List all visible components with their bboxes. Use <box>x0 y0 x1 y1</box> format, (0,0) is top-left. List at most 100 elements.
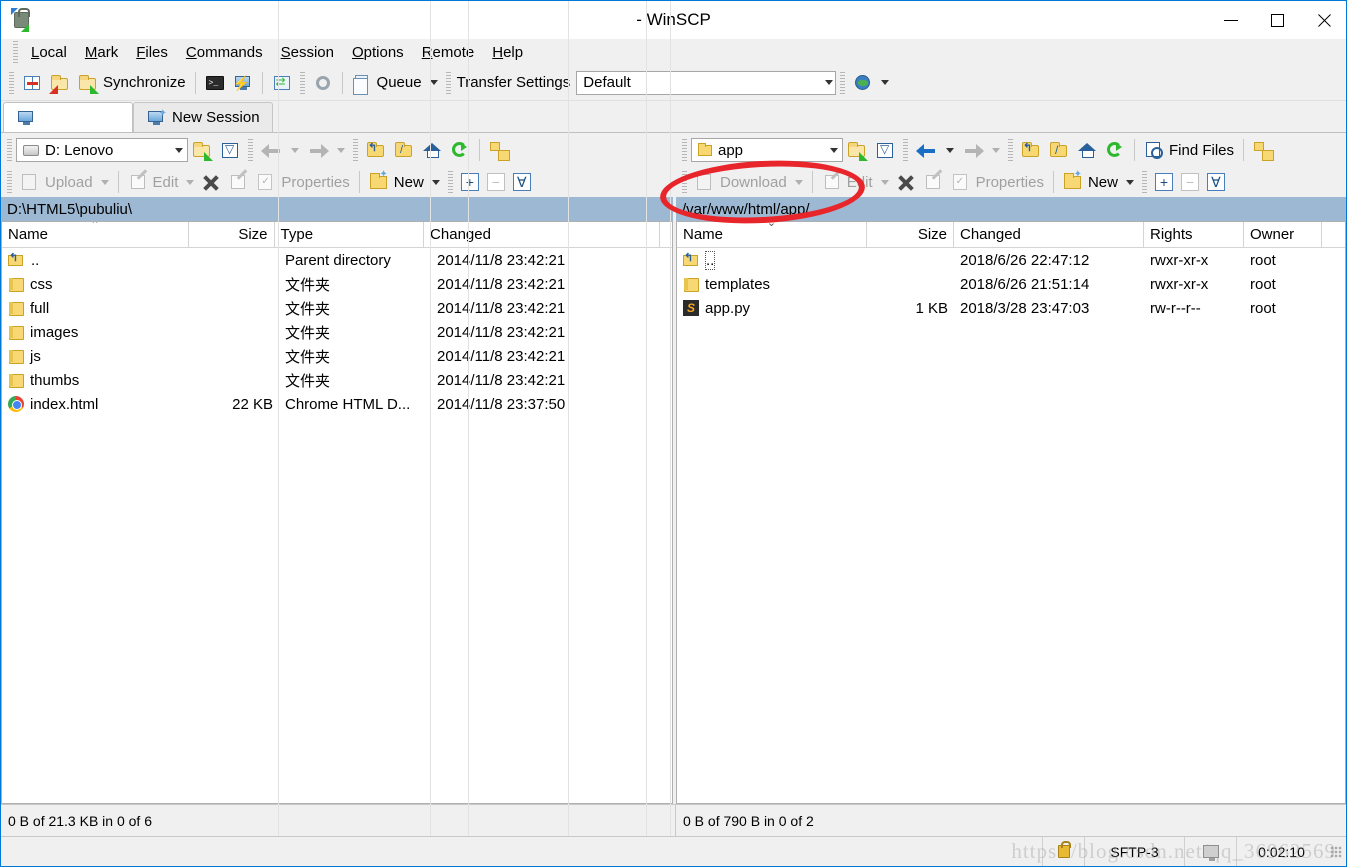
remote-back-chevron-down-icon[interactable] <box>946 147 954 153</box>
table-row[interactable]: js 文件夹 2014/11/8 23:42:21 <box>2 344 672 368</box>
remote-parent-directory-button[interactable]: ↰ <box>1017 136 1045 164</box>
remote-file-list-body[interactable]: ↰ .. 2018/6/26 22:47:12 rwxr-xr-x root t… <box>278 1 1345 866</box>
local-path-bar[interactable]: D:\HTML5\pubuliu\ <box>1 197 673 221</box>
local-refresh-button[interactable] <box>446 136 474 164</box>
remote-column-changed[interactable]: Changed <box>954 222 1144 247</box>
local-column-type[interactable]: Type <box>275 222 425 247</box>
synchronize-browsing-button[interactable] <box>18 69 46 97</box>
remote-refresh-button[interactable] <box>1101 136 1129 164</box>
maximize-button[interactable] <box>1254 1 1300 39</box>
local-properties-button[interactable]: Properties <box>252 168 353 196</box>
remote-edit-chevron-down-icon[interactable] <box>880 179 889 185</box>
remote-edit-button[interactable]: Edit <box>818 168 893 196</box>
local-new-button[interactable]: New <box>365 168 444 196</box>
remote-root-directory-button[interactable]: / <box>1045 136 1073 164</box>
remote-back-button[interactable] <box>912 136 958 164</box>
menu-local[interactable]: LLocalocal <box>22 42 76 63</box>
table-row[interactable]: templates 2018/6/26 21:51:14 rwxr-xr-x r… <box>677 272 1345 296</box>
table-row[interactable]: S app.py 1 KB 2018/3/28 23:47:03 rw-r--r… <box>677 296 1345 320</box>
local-column-name[interactable]: Name ⌃ <box>2 222 189 247</box>
local-column-changed[interactable]: Changed <box>424 222 660 247</box>
menu-files[interactable]: Files <box>127 42 177 63</box>
remote-path-bar[interactable]: /var/www/html/app/ <box>676 197 1346 221</box>
queue-button[interactable]: Queue <box>348 69 442 97</box>
network-segment[interactable] <box>1184 837 1236 866</box>
upload-button[interactable]: Upload <box>16 168 113 196</box>
open-console-button[interactable]: >_ <box>201 69 229 97</box>
remote-forward-button[interactable] <box>958 136 1004 164</box>
table-row[interactable]: index.html 22 KB Chrome HTML D... 2014/1… <box>2 392 672 416</box>
remote-column-size[interactable]: Size <box>867 222 954 247</box>
remote-filter-button[interactable] <box>871 136 899 164</box>
local-root-directory-button[interactable]: / <box>390 136 418 164</box>
find-files-button[interactable]: Find Files <box>1140 136 1238 164</box>
local-edit-button[interactable]: Edit <box>124 168 199 196</box>
local-invert-selection-button[interactable]: ∀ <box>509 168 535 196</box>
local-file-list[interactable]: Name ⌃ Size Type Changed ↰ .. Parent dir… <box>1 1 673 866</box>
table-row[interactable]: full 文件夹 2014/11/8 23:42:21 <box>2 296 672 320</box>
local-back-button[interactable] <box>257 136 303 164</box>
remote-column-rights[interactable]: Rights <box>1144 222 1244 247</box>
open-terminal-button[interactable]: ⚡ <box>229 69 257 97</box>
local-file-list-body[interactable]: ↰ .. Parent directory 2014/11/8 23:42:21… <box>2 1 672 866</box>
local-edit-chevron-down-icon[interactable] <box>186 179 195 185</box>
transfer-settings-globe-button[interactable] <box>849 69 893 97</box>
synchronize-up-button[interactable] <box>46 69 74 97</box>
minimize-button[interactable] <box>1208 1 1254 39</box>
local-bookmarks-button[interactable] <box>485 136 513 164</box>
menu-commands[interactable]: Commands <box>177 42 272 63</box>
tab-active-session[interactable] <box>3 102 133 132</box>
window-resize-grip[interactable] <box>1330 845 1342 858</box>
local-drive-combobox[interactable]: D: Lenovo <box>16 138 188 162</box>
remote-new-chevron-down-icon[interactable] <box>1125 179 1134 185</box>
remote-invert-selection-button[interactable]: ∀ <box>1203 168 1229 196</box>
local-select-button[interactable]: + <box>457 168 483 196</box>
compare-directories-button[interactable] <box>268 69 296 97</box>
local-rename-button[interactable] <box>224 168 252 196</box>
close-button[interactable] <box>1300 1 1346 39</box>
remote-properties-button[interactable]: Properties <box>947 168 1048 196</box>
menu-options[interactable]: Options <box>343 42 413 63</box>
remote-home-directory-button[interactable] <box>1073 136 1101 164</box>
local-home-directory-button[interactable] <box>418 136 446 164</box>
remote-forward-chevron-down-icon[interactable] <box>992 147 1000 153</box>
menu-session[interactable]: Session <box>272 42 343 63</box>
upload-chevron-down-icon[interactable] <box>100 179 109 185</box>
local-unselect-button[interactable]: − <box>483 168 509 196</box>
table-row[interactable]: images 文件夹 2014/11/8 23:42:21 <box>2 320 672 344</box>
table-row[interactable]: thumbs 文件夹 2014/11/8 23:42:21 <box>2 368 672 392</box>
local-parent-directory-button[interactable]: ↰ <box>362 136 390 164</box>
local-drive-chevron-down-icon[interactable] <box>174 147 183 153</box>
local-column-size[interactable]: Size <box>189 222 275 247</box>
remote-column-owner[interactable]: Owner <box>1244 222 1322 247</box>
preferences-button[interactable] <box>309 69 337 97</box>
local-delete-button[interactable] <box>198 168 224 196</box>
transfer-settings-chevron-down-icon[interactable] <box>825 80 834 85</box>
globe-chevron-down-icon[interactable] <box>881 80 890 85</box>
remote-open-directory-button[interactable] <box>843 136 871 164</box>
remote-select-button[interactable]: + <box>1151 168 1177 196</box>
download-chevron-down-icon[interactable] <box>794 179 803 185</box>
menu-help[interactable]: Help <box>483 42 532 63</box>
local-open-directory-button[interactable] <box>188 136 216 164</box>
local-forward-button[interactable] <box>303 136 349 164</box>
forward-chevron-down-icon[interactable] <box>337 147 345 153</box>
protocol-segment[interactable]: SFTP-3 <box>1084 837 1184 866</box>
synchronize-button[interactable]: Synchronize <box>74 69 190 97</box>
local-filter-button[interactable] <box>216 136 244 164</box>
local-new-chevron-down-icon[interactable] <box>431 179 440 185</box>
tab-new-session[interactable]: ✦ New Session <box>133 102 273 132</box>
table-row[interactable]: ↰ .. Parent directory 2014/11/8 23:42:21 <box>2 248 672 272</box>
table-row[interactable]: css 文件夹 2014/11/8 23:42:21 <box>2 272 672 296</box>
remote-column-name[interactable]: Name ⌄ <box>677 222 867 247</box>
menu-mark[interactable]: Mark <box>76 42 127 63</box>
remote-unselect-button[interactable]: − <box>1177 168 1203 196</box>
remote-file-list[interactable]: Name ⌄ Size Changed Rights Owner ↰ .. 20… <box>278 1 1346 866</box>
table-row[interactable]: ↰ .. 2018/6/26 22:47:12 rwxr-xr-x root <box>677 248 1345 272</box>
security-status-segment[interactable] <box>1042 837 1084 866</box>
remote-directory-combobox[interactable]: app <box>691 138 843 162</box>
remote-bookmarks-button[interactable] <box>1249 136 1277 164</box>
remote-delete-button[interactable] <box>893 168 919 196</box>
remote-rename-button[interactable] <box>919 168 947 196</box>
transfer-settings-combobox[interactable]: Default <box>576 70 837 95</box>
